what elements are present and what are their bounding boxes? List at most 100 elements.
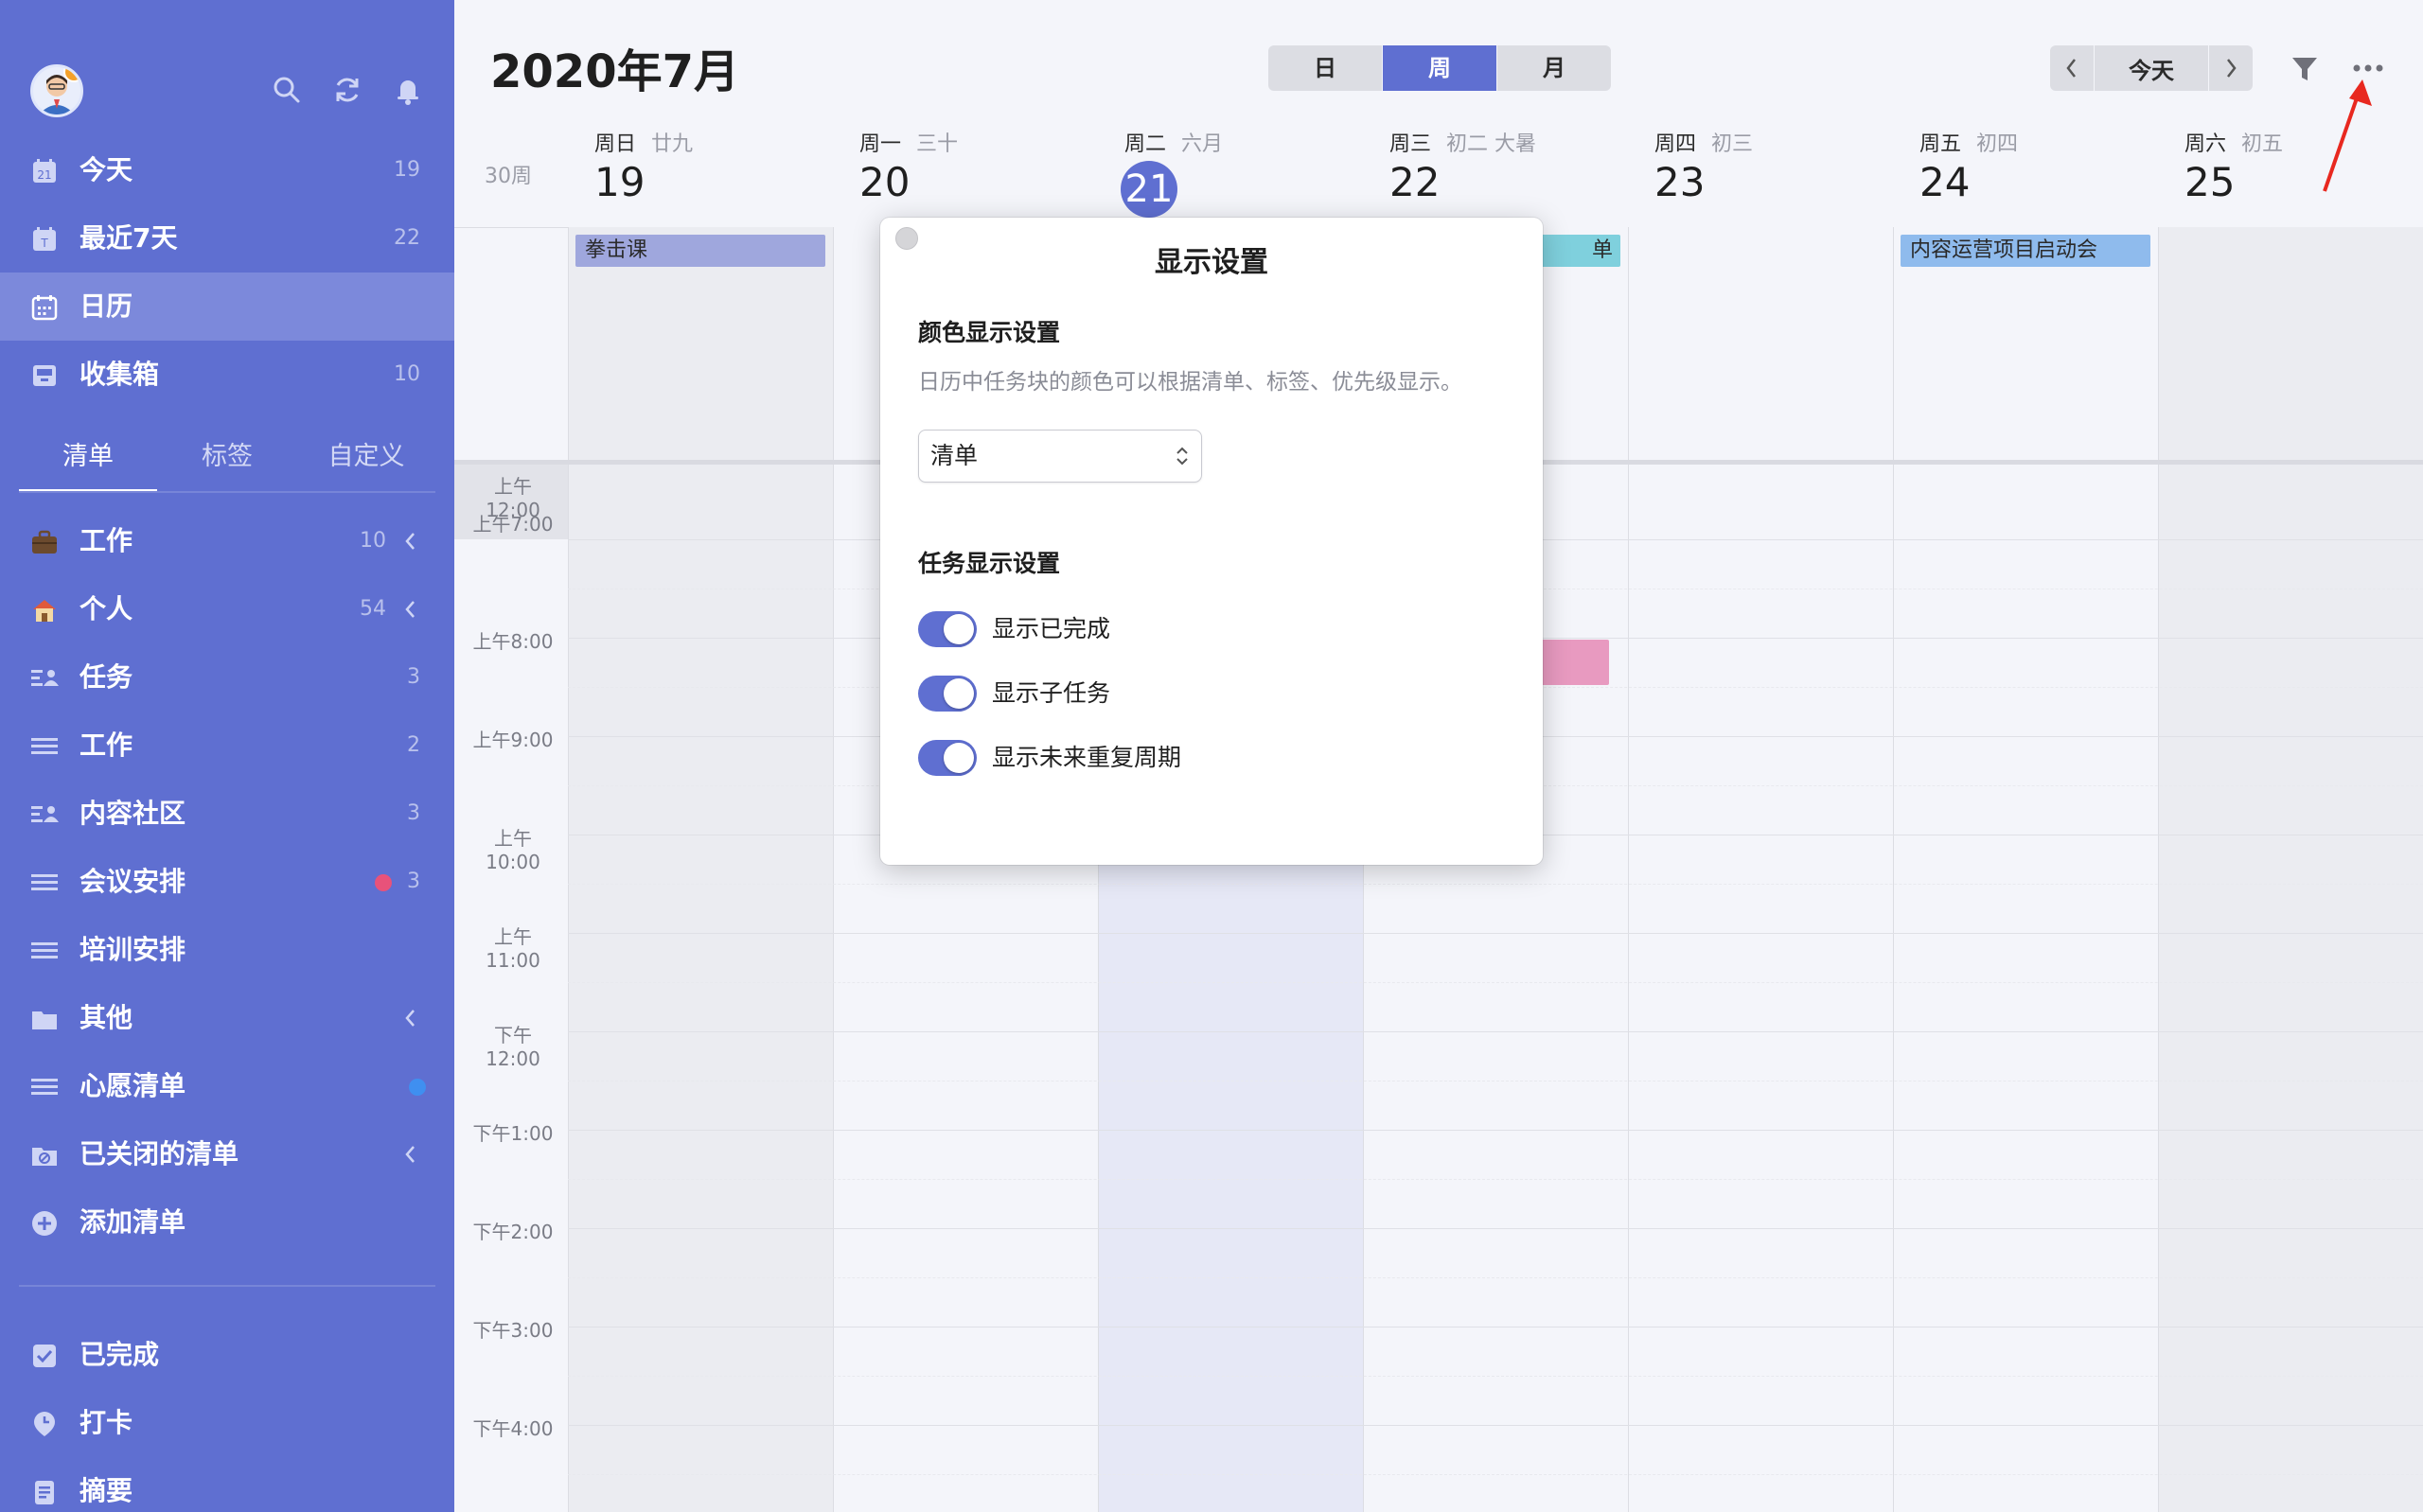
sidebar-item-other-folder[interactable]: 其他 (0, 984, 454, 1052)
sidebar-item-label: 工作 (80, 525, 133, 556)
sidebar-item-habit[interactable]: 打卡 (0, 1389, 454, 1457)
sidebar-item-closed-lists[interactable]: 已关闭的清单 (0, 1120, 454, 1188)
calendar-day-icon: 21 (30, 157, 59, 185)
sidebar-item-label: 个人 (80, 593, 133, 624)
day-number: 22 (1389, 159, 1441, 205)
prev-week-button[interactable] (2050, 45, 2094, 91)
list-icon (30, 869, 59, 897)
grid-line (568, 1228, 2423, 1229)
today-button[interactable]: 今天 (2095, 45, 2208, 91)
sidebar-item-label: 摘要 (80, 1475, 133, 1506)
calendar-event[interactable]: 内容运营项目启动会 (1901, 235, 2150, 267)
filter-icon[interactable] (2289, 53, 2321, 85)
sidebar-item-calendar[interactable]: 日历 (0, 273, 454, 341)
search-icon[interactable] (271, 74, 303, 106)
lunar-date: 六月 (1181, 132, 1224, 156)
sidebar-item-training[interactable]: 培训安排 (0, 916, 454, 984)
grid-line (1628, 227, 1629, 1512)
day-header-tue[interactable]: 周二 六月 21 (1121, 123, 1371, 227)
day-header-mon[interactable]: 周一 三十 20 (859, 123, 1105, 227)
chevron-left-icon[interactable] (401, 1007, 420, 1029)
week-number: 30周 (485, 165, 532, 188)
list-icon (30, 937, 59, 965)
sidebar-item-label: 培训安排 (80, 934, 186, 965)
toggle-switch[interactable] (918, 676, 977, 712)
sidebar-item-count: 10 (360, 529, 386, 553)
day-header-sat[interactable]: 周六 初五 25 (2184, 123, 2423, 227)
tab-custom[interactable]: 自定义 (297, 433, 435, 492)
view-week-button[interactable]: 周 (1383, 45, 1496, 91)
lunar-date: 初二 大暑 (1446, 132, 1536, 156)
sidebar-item-completed[interactable]: 已完成 (0, 1321, 454, 1389)
column-thu[interactable] (1628, 227, 1893, 1512)
document-icon (30, 1478, 59, 1506)
grid-line (568, 227, 569, 1512)
lunar-date: 初三 (1711, 132, 1754, 156)
day-number: 24 (1919, 159, 1971, 205)
sidebar-item-today[interactable]: 21 今天 19 (0, 136, 454, 204)
sidebar-item-count: 19 (394, 158, 420, 182)
grid-line (833, 227, 834, 1512)
archive-folder-icon (30, 1141, 59, 1169)
sidebar-item-meetings[interactable]: 会议安排 3 (0, 848, 454, 916)
calendar-event[interactable]: 拳击课 (575, 235, 825, 267)
plus-circle-icon (30, 1209, 59, 1238)
sidebar-item-tasks[interactable]: 任务 3 (0, 643, 454, 712)
time-label: 下午2:00 (472, 1221, 554, 1243)
sidebar-item-content-community[interactable]: 内容社区 3 (0, 780, 454, 848)
day-header-fri[interactable]: 周五 初四 24 (1919, 123, 2166, 227)
grid-line (568, 1474, 2423, 1475)
sidebar-item-count: 3 (407, 665, 420, 689)
column-sat[interactable] (2158, 227, 2423, 1512)
day-of-week: 周三 (1389, 132, 1432, 156)
select-value: 清单 (930, 442, 979, 469)
day-header-thu[interactable]: 周四 初三 23 (1654, 123, 1901, 227)
toggle-label: 显示已完成 (992, 615, 1111, 642)
lunar-date: 初五 (2241, 132, 2284, 156)
tab-tags[interactable]: 标签 (158, 433, 296, 492)
grid-line (2158, 227, 2159, 1512)
toggle-switch[interactable] (918, 740, 977, 776)
chevron-left-icon[interactable] (401, 530, 420, 553)
sync-icon[interactable] (331, 74, 363, 106)
list-icon (30, 1073, 59, 1101)
sidebar-item-count: 54 (360, 597, 386, 621)
grid-line (568, 1376, 2423, 1377)
bell-icon[interactable] (392, 74, 424, 106)
chevron-left-icon[interactable] (401, 1143, 420, 1166)
sidebar-item-summary[interactable]: 摘要 (0, 1457, 454, 1512)
sidebar-item-count: 3 (407, 801, 420, 825)
sidebar-item-label: 心愿清单 (80, 1070, 186, 1101)
sidebar-item-inbox[interactable]: 收集箱 10 (0, 341, 454, 409)
sidebar-item-work-list[interactable]: 工作 2 (0, 712, 454, 780)
sidebar-item-personal-folder[interactable]: 个人 54 (0, 575, 454, 643)
grid-line (568, 1277, 2423, 1278)
color-mode-select[interactable]: 清单 (918, 430, 1202, 483)
column-fri[interactable] (1893, 227, 2158, 1512)
view-month-button[interactable]: 月 (1497, 45, 1611, 91)
user-avatar[interactable] (30, 64, 83, 117)
sidebar-item-next-7-days[interactable]: T 最近7天 22 (0, 204, 454, 273)
toggle-switch[interactable] (918, 611, 977, 647)
clock-pin-icon (30, 1410, 59, 1438)
chevron-left-icon[interactable] (401, 598, 420, 621)
svg-text:T: T (40, 237, 48, 250)
add-list-button[interactable]: 添加清单 (0, 1188, 454, 1257)
sidebar-item-work-folder[interactable]: 工作 10 (0, 507, 454, 575)
tab-lists[interactable]: 清单 (19, 433, 157, 492)
next-week-button[interactable] (2209, 45, 2253, 91)
view-day-button[interactable]: 日 (1268, 45, 1382, 91)
grid-line (568, 982, 2423, 983)
day-header-wed[interactable]: 周三 初二 大暑 22 (1389, 123, 1636, 227)
day-of-week: 周五 (1919, 132, 1962, 156)
toggle-label: 显示子任务 (992, 679, 1111, 707)
day-number: 20 (859, 159, 911, 205)
day-header-sun[interactable]: 周日 廿九 19 (594, 123, 840, 227)
time-label: 下午3:00 (472, 1319, 554, 1342)
time-label: 下午1:00 (472, 1122, 554, 1145)
column-sun[interactable] (568, 227, 833, 1512)
inbox-icon (30, 361, 59, 390)
time-label: 上午8:00 (472, 630, 554, 653)
sidebar-item-wishlist[interactable]: 心愿清单 (0, 1052, 454, 1120)
sidebar-item-label: 会议安排 (80, 866, 186, 897)
